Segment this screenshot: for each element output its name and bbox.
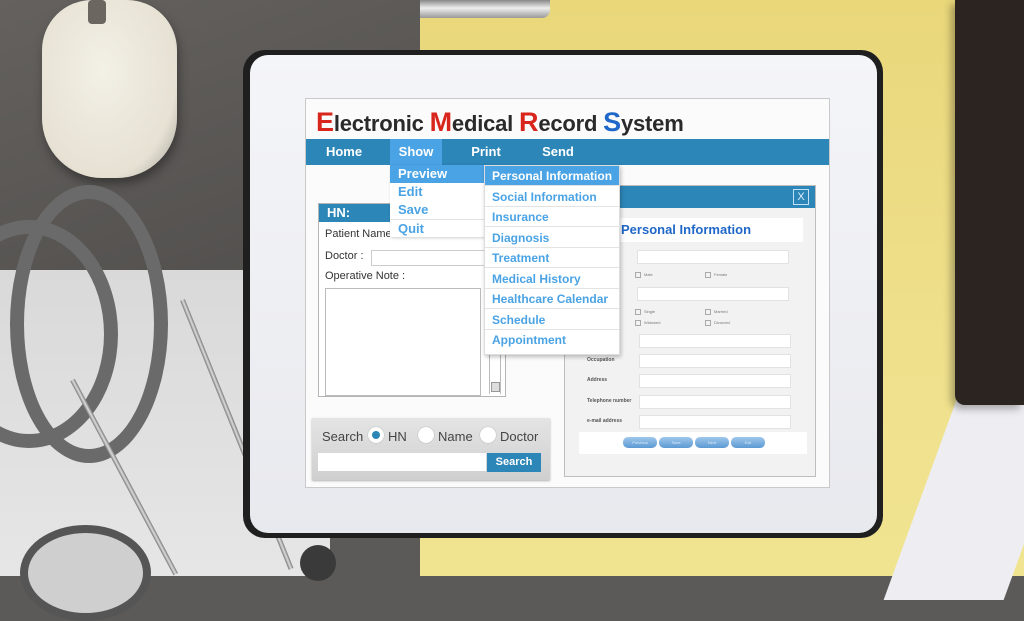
search-button[interactable]: Search [487,453,541,472]
title-word: lectronic [333,111,430,136]
title-word: edical [451,111,520,136]
title-word: ecord [538,111,604,136]
leather-pouch [955,0,1024,405]
close-icon[interactable]: X [793,189,809,205]
radio-doctor-label: Doctor [500,429,539,444]
title-initial: M [429,107,452,137]
nav-home[interactable]: Home [314,139,374,165]
menu-item-preview[interactable]: Preview [390,165,486,183]
submenu-schedule[interactable]: Schedule [485,310,619,330]
address-label: Address [587,377,608,383]
title-initial: E [316,107,334,137]
checkbox-widowed[interactable]: Widowed [635,320,660,326]
next-button[interactable]: Next [695,437,729,448]
radio-hn[interactable] [368,427,384,443]
address-field[interactable] [639,374,791,388]
search-input[interactable] [318,453,486,471]
search-label: Search [322,429,364,444]
checkbox-female[interactable]: Female [705,272,727,278]
search-panel: Search HN Name Doctor Search [312,418,550,480]
occupation-field[interactable] [639,354,791,368]
name-field[interactable] [637,250,789,264]
radio-doctor[interactable] [480,427,496,443]
submenu-social-information[interactable]: Social Information [485,187,619,207]
computer-mouse [42,0,177,178]
nav-print[interactable]: Print [458,139,514,165]
checkbox-male[interactable]: Male [635,272,653,278]
checkbox-divorced[interactable]: Divorced [705,320,730,326]
radio-hn-label: HN [388,429,407,444]
dialog-title: Personal Information [621,222,752,237]
submenu-healthcare-calendar[interactable]: Healthcare Calendar [485,289,619,309]
submenu-diagnosis[interactable]: Diagnosis [485,228,619,248]
menu-item-edit[interactable]: Edit [390,183,486,201]
scroll-thumb[interactable] [491,382,500,392]
doctor-label: Doctor : [325,250,364,262]
title-initial: R [519,107,539,137]
stethoscope-chestpiece [20,525,151,621]
birthdate-field[interactable] [637,287,789,301]
submenu-treatment[interactable]: Treatment [485,248,619,268]
nav-show[interactable]: Show [390,139,442,165]
submenu-medical-history[interactable]: Medical History [485,269,619,289]
email-field[interactable] [639,415,791,429]
submenu-insurance[interactable]: Insurance [485,207,619,227]
radio-name[interactable] [418,427,434,443]
telephone-label: Telephone number [587,398,632,404]
app-title: Electronic Medical Record System [316,107,684,138]
tablet-screen: Electronic Medical Record System Home Sh… [305,98,830,488]
dialog-button-bar: Previous Save Next Exit [579,432,807,454]
radio-name-label: Name [438,429,473,444]
menu-item-quit[interactable]: Quit [390,219,486,237]
submenu-appointment[interactable]: Appointment [485,330,619,350]
operative-note-textarea[interactable] [325,288,481,396]
telephone-field[interactable] [639,395,791,409]
pen [420,0,550,18]
submenu-personal-information[interactable]: Personal Information [485,166,619,186]
operative-note-label: Operative Note : [325,270,406,282]
patient-name-label: Patient Name : [325,228,398,240]
title-initial: S [603,107,621,137]
show-dropdown-menu: Preview Edit Save Quit [390,165,486,237]
mouse-wheel [88,0,106,24]
email-label: e-mail address [587,418,623,424]
checkbox-married[interactable]: Married [705,309,728,315]
title-word: ystem [620,111,684,136]
save-button[interactable]: Save [659,437,693,448]
main-nav: Home Show Print Send [306,139,829,165]
previous-button[interactable]: Previous [623,437,657,448]
menu-item-save[interactable]: Save [390,201,486,219]
extra-field[interactable] [639,334,791,348]
occupation-label: Occupation [587,357,615,363]
checkbox-single[interactable]: Single [635,309,655,315]
nav-send[interactable]: Send [530,139,586,165]
preview-submenu: Personal Information Social Information … [484,165,620,355]
exit-button[interactable]: Exit [731,437,765,448]
